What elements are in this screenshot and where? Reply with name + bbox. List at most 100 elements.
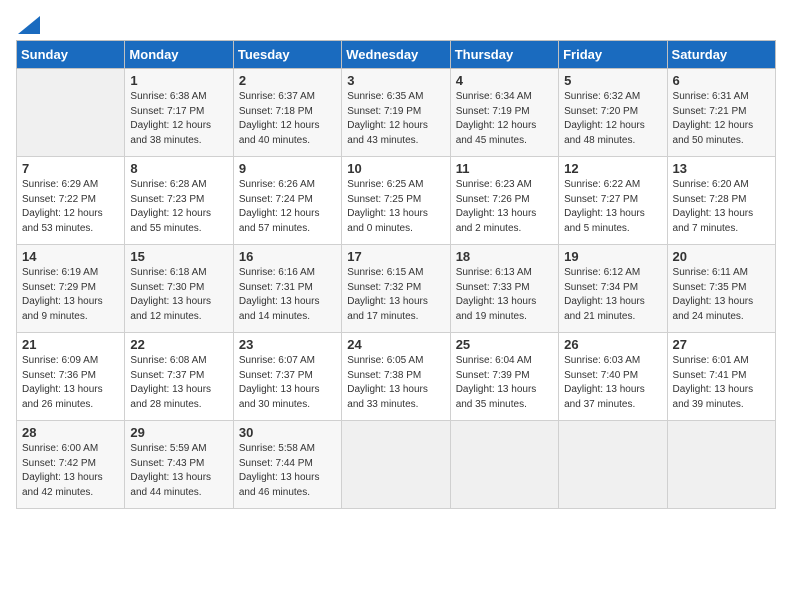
- cell-info: Sunrise: 5:59 AMSunset: 7:43 PMDaylight:…: [130, 442, 227, 500]
- cell-info: Sunrise: 6:05 AMSunset: 7:38 PMDaylight:…: [347, 354, 444, 412]
- calendar-cell: 18 Sunrise: 6:13 AMSunset: 7:33 PMDayligh…: [450, 245, 558, 333]
- cell-info: Sunrise: 6:20 AMSunset: 7:28 PMDaylight:…: [673, 178, 770, 236]
- day-header-sunday: Sunday: [17, 41, 125, 69]
- day-number: 26: [564, 337, 661, 352]
- calendar-cell: 8Sunrise: 6:28 AMSunset: 7:23 PMDaylight…: [125, 157, 233, 245]
- calendar-cell: 3 Sunrise: 6:35 AMSunset: 7:19 PMDaylight…: [342, 69, 450, 157]
- day-number: 5: [564, 73, 661, 88]
- day-number: 6: [673, 73, 770, 88]
- calendar-cell: [450, 421, 558, 509]
- calendar-cell: 5 Sunrise: 6:32 AMSunset: 7:20 PMDaylight…: [559, 69, 667, 157]
- calendar-cell: 27 Sunrise: 6:01 AMSunset: 7:41 PMDayligh…: [667, 333, 775, 421]
- day-header-friday: Friday: [559, 41, 667, 69]
- calendar-table: SundayMondayTuesdayWednesdayThursdayFrid…: [16, 40, 776, 509]
- cell-info: Sunrise: 6:38 AMSunset: 7:17 PMDaylight:…: [130, 90, 227, 148]
- day-number: 2: [239, 73, 336, 88]
- day-number: 10: [347, 161, 444, 176]
- cell-info: Sunrise: 6:19 AMSunset: 7:29 PMDaylight:…: [22, 266, 119, 324]
- calendar-cell: 20 Sunrise: 6:11 AMSunset: 7:35 PMDayligh…: [667, 245, 775, 333]
- day-number: 20: [673, 249, 770, 264]
- cell-info: Sunrise: 6:09 AMSunset: 7:36 PMDaylight:…: [22, 354, 119, 412]
- calendar-cell: 6 Sunrise: 6:31 AMSunset: 7:21 PMDaylight…: [667, 69, 775, 157]
- day-header-wednesday: Wednesday: [342, 41, 450, 69]
- day-number: 4: [456, 73, 553, 88]
- day-number: 27: [673, 337, 770, 352]
- day-number: 14: [22, 249, 119, 264]
- cell-info: Sunrise: 6:08 AMSunset: 7:37 PMDaylight:…: [130, 354, 227, 412]
- cell-info: Sunrise: 6:25 AMSunset: 7:25 PMDaylight:…: [347, 178, 444, 236]
- calendar-cell: 15Sunrise: 6:18 AMSunset: 7:30 PMDayligh…: [125, 245, 233, 333]
- cell-info: Sunrise: 6:29 AMSunset: 7:22 PMDaylight:…: [22, 178, 119, 236]
- cell-info: Sunrise: 6:35 AMSunset: 7:19 PMDaylight:…: [347, 90, 444, 148]
- cell-info: Sunrise: 6:01 AMSunset: 7:41 PMDaylight:…: [673, 354, 770, 412]
- cell-info: Sunrise: 6:15 AMSunset: 7:32 PMDaylight:…: [347, 266, 444, 324]
- cell-info: Sunrise: 6:03 AMSunset: 7:40 PMDaylight:…: [564, 354, 661, 412]
- day-number: 22: [130, 337, 227, 352]
- day-header-monday: Monday: [125, 41, 233, 69]
- day-number: 16: [239, 249, 336, 264]
- calendar-cell: 4Sunrise: 6:34 AMSunset: 7:19 PMDaylight…: [450, 69, 558, 157]
- calendar-cell: [342, 421, 450, 509]
- cell-info: Sunrise: 6:11 AMSunset: 7:35 PMDaylight:…: [673, 266, 770, 324]
- calendar-cell: 26 Sunrise: 6:03 AMSunset: 7:40 PMDayligh…: [559, 333, 667, 421]
- calendar-cell: 21 Sunrise: 6:09 AMSunset: 7:36 PMDayligh…: [17, 333, 125, 421]
- calendar-cell: 16 Sunrise: 6:16 AMSunset: 7:31 PMDayligh…: [233, 245, 341, 333]
- calendar-cell: 11 Sunrise: 6:23 AMSunset: 7:26 PMDayligh…: [450, 157, 558, 245]
- calendar-cell: 29 Sunrise: 5:59 AMSunset: 7:43 PMDayligh…: [125, 421, 233, 509]
- day-header-thursday: Thursday: [450, 41, 558, 69]
- day-number: 24: [347, 337, 444, 352]
- calendar-cell: 19 Sunrise: 6:12 AMSunset: 7:34 PMDayligh…: [559, 245, 667, 333]
- cell-info: Sunrise: 6:22 AMSunset: 7:27 PMDaylight:…: [564, 178, 661, 236]
- day-number: 30: [239, 425, 336, 440]
- calendar-cell: [559, 421, 667, 509]
- day-number: 17: [347, 249, 444, 264]
- calendar-cell: 9 Sunrise: 6:26 AMSunset: 7:24 PMDaylight…: [233, 157, 341, 245]
- day-number: 12: [564, 161, 661, 176]
- day-number: 1: [130, 73, 227, 88]
- day-number: 25: [456, 337, 553, 352]
- day-header-saturday: Saturday: [667, 41, 775, 69]
- calendar-cell: 23 Sunrise: 6:07 AMSunset: 7:37 PMDayligh…: [233, 333, 341, 421]
- header: [16, 16, 776, 28]
- day-number: 3: [347, 73, 444, 88]
- logo-icon: [18, 16, 40, 34]
- cell-info: Sunrise: 6:00 AMSunset: 7:42 PMDaylight:…: [22, 442, 119, 500]
- day-number: 15: [130, 249, 227, 264]
- calendar-cell: 28 Sunrise: 6:00 AMSunset: 7:42 PMDayligh…: [17, 421, 125, 509]
- calendar-cell: 22 Sunrise: 6:08 AMSunset: 7:37 PMDayligh…: [125, 333, 233, 421]
- day-header-tuesday: Tuesday: [233, 41, 341, 69]
- day-number: 7: [22, 161, 119, 176]
- day-number: 9: [239, 161, 336, 176]
- calendar-cell: 1 Sunrise: 6:38 AMSunset: 7:17 PMDaylight…: [125, 69, 233, 157]
- cell-info: Sunrise: 6:32 AMSunset: 7:20 PMDaylight:…: [564, 90, 661, 148]
- cell-info: Sunrise: 6:37 AMSunset: 7:18 PMDaylight:…: [239, 90, 336, 148]
- day-number: 13: [673, 161, 770, 176]
- cell-info: Sunrise: 6:23 AMSunset: 7:26 PMDaylight:…: [456, 178, 553, 236]
- calendar-cell: 12 Sunrise: 6:22 AMSunset: 7:27 PMDayligh…: [559, 157, 667, 245]
- cell-info: Sunrise: 6:13 AMSunset: 7:33 PMDaylight:…: [456, 266, 553, 324]
- calendar-cell: 10 Sunrise: 6:25 AMSunset: 7:25 PMDayligh…: [342, 157, 450, 245]
- cell-info: Sunrise: 6:26 AMSunset: 7:24 PMDaylight:…: [239, 178, 336, 236]
- calendar-cell: 13 Sunrise: 6:20 AMSunset: 7:28 PMDayligh…: [667, 157, 775, 245]
- day-number: 21: [22, 337, 119, 352]
- cell-info: Sunrise: 6:31 AMSunset: 7:21 PMDaylight:…: [673, 90, 770, 148]
- cell-info: Sunrise: 6:16 AMSunset: 7:31 PMDaylight:…: [239, 266, 336, 324]
- calendar-cell: 17 Sunrise: 6:15 AMSunset: 7:32 PMDayligh…: [342, 245, 450, 333]
- day-number: 18: [456, 249, 553, 264]
- calendar-cell: 24 Sunrise: 6:05 AMSunset: 7:38 PMDayligh…: [342, 333, 450, 421]
- calendar-cell: [17, 69, 125, 157]
- cell-info: Sunrise: 6:12 AMSunset: 7:34 PMDaylight:…: [564, 266, 661, 324]
- calendar-cell: 14 Sunrise: 6:19 AMSunset: 7:29 PMDayligh…: [17, 245, 125, 333]
- cell-info: Sunrise: 6:04 AMSunset: 7:39 PMDaylight:…: [456, 354, 553, 412]
- day-number: 11: [456, 161, 553, 176]
- cell-info: Sunrise: 6:07 AMSunset: 7:37 PMDaylight:…: [239, 354, 336, 412]
- cell-info: Sunrise: 5:58 AMSunset: 7:44 PMDaylight:…: [239, 442, 336, 500]
- day-number: 19: [564, 249, 661, 264]
- day-number: 23: [239, 337, 336, 352]
- day-number: 29: [130, 425, 227, 440]
- calendar-cell: 30 Sunrise: 5:58 AMSunset: 7:44 PMDayligh…: [233, 421, 341, 509]
- day-number: 8: [130, 161, 227, 176]
- day-number: 28: [22, 425, 119, 440]
- calendar-cell: [667, 421, 775, 509]
- calendar-cell: 25 Sunrise: 6:04 AMSunset: 7:39 PMDayligh…: [450, 333, 558, 421]
